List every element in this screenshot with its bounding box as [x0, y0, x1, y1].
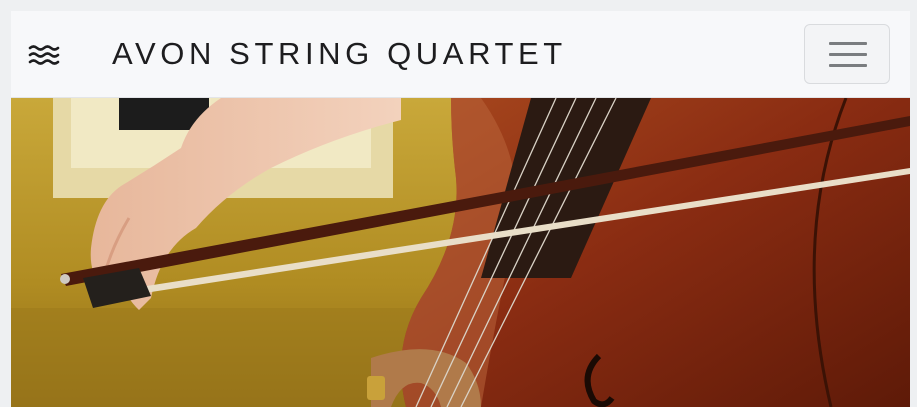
cello-bow-photo [11, 98, 910, 407]
hamburger-menu-button[interactable] [804, 24, 890, 84]
page-frame: AVON STRING QUARTET [11, 11, 910, 407]
waves-icon[interactable] [28, 44, 60, 66]
hero-image [11, 98, 910, 407]
brand-title[interactable]: AVON STRING QUARTET [112, 35, 567, 73]
navbar: AVON STRING QUARTET [11, 11, 910, 98]
